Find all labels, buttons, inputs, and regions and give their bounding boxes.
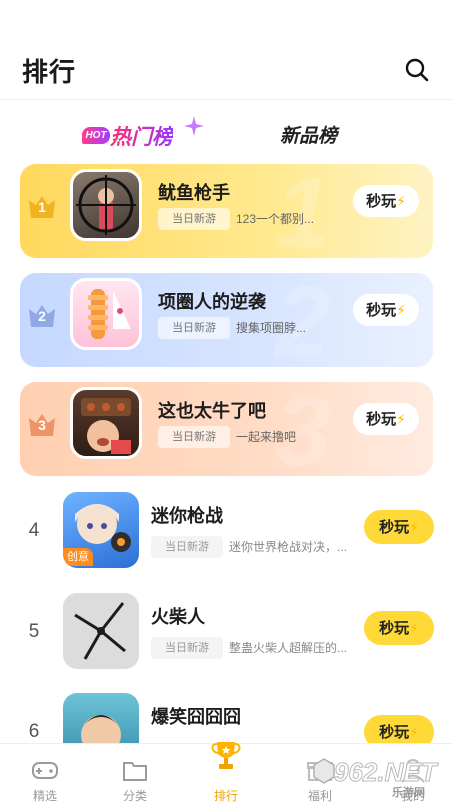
game-name: 这也太牛了吧 [158,401,266,421]
ranking-tabs: HOT 热门榜 新品榜 [0,108,453,158]
game-name: 鱿鱼枪手 [158,183,230,203]
header: 排行 [0,0,453,100]
new-game-tag: 当日新游 [158,317,230,339]
stickman-icon [74,602,126,660]
game-icon[interactable]: 创意 [63,492,139,568]
instant-play-button[interactable]: 秒玩⚡ [364,510,434,544]
nav-label: 分类 [122,789,147,803]
game-icon[interactable] [63,593,139,669]
game-icon[interactable] [70,278,142,350]
rank-number: 4 [28,520,40,541]
tab-new-list[interactable]: 新品榜 [280,121,337,148]
trophy-icon [211,742,241,769]
new-game-tag: 当日新游 [151,536,223,558]
instant-play-button[interactable]: 秒玩⚡ [353,403,419,435]
play-label: 秒玩 [379,519,410,536]
lightning-icon: ⚡ [396,193,406,209]
tab-hot-label: 热门榜 [110,121,173,151]
play-label: 秒玩 [366,302,397,319]
game-description: 整蛊火柴人超解压的... [229,641,348,655]
rank-number: 3 [38,417,46,433]
game-icon[interactable] [70,169,142,241]
crown-icon: 3 [27,409,57,439]
nav-label: 排行 [213,789,238,803]
game-name: 爆笑囧囧囧 [151,707,241,727]
grill-character-icon [81,398,131,454]
watermark-subtext: 乐游网 [392,787,425,799]
sparkle-icon [184,116,204,136]
top-card-1[interactable]: 1 1 鱿鱼枪手 当日新游 123一个都别... 秒玩⚡ [20,164,433,258]
game-description: 迷你世界枪战对决，... [229,540,348,554]
game-name: 项圈人的逆袭 [158,292,266,312]
game-name: 火柴人 [151,607,205,627]
lightning-icon: ⚡ [396,411,406,427]
new-game-tag: 当日新游 [158,426,230,448]
game-description: 123一个都别... [236,212,315,226]
rank-number: 1 [38,199,46,215]
game-name: 迷你枪战 [151,506,223,526]
folder-icon [123,762,147,781]
rank-number: 6 [28,721,40,742]
watermark-logo-icon [313,758,335,784]
play-label: 秒玩 [366,411,397,428]
play-label: 秒玩 [379,620,410,637]
instant-play-button[interactable]: 秒玩⚡ [353,294,419,326]
crosshair-icon [76,175,136,235]
instant-play-button[interactable]: 秒玩⚡ [364,611,434,645]
game-description: 一起来撸吧 [236,430,297,444]
game-description: 搜集项圈脖... [236,321,307,335]
page-title: 排行 [22,57,77,87]
play-label: 秒玩 [366,193,397,210]
nav-category[interactable]: 分类 [100,744,170,805]
hot-badge: HOT [82,127,110,144]
search-icon[interactable] [404,57,430,83]
play-label: 秒玩 [379,724,410,741]
crown-icon: 2 [27,300,57,330]
nav-ranking[interactable]: 排行 [191,742,261,805]
nav-featured[interactable]: 精选 [10,744,80,805]
nav-label: 精选 [32,789,57,803]
rank-number: 2 [38,308,46,324]
gamepad-icon [32,762,58,779]
crown-icon: 1 [27,191,57,221]
instant-play-button[interactable]: 秒玩⚡ [353,185,419,217]
new-game-tag: 当日新游 [158,208,230,230]
top-card-2[interactable]: 2 2 项圈人的逆袭 当日新游 搜集项圈脖... 秒玩⚡ [20,273,433,367]
game-icon[interactable] [70,387,142,459]
lightning-icon: ⚡ [409,519,419,535]
top-card-3[interactable]: 3 3 这也太牛了吧 当日新游 一起来撸吧 秒玩⚡ [20,382,433,476]
new-game-tag: 当日新游 [151,637,223,659]
lightning-icon: ⚡ [396,302,406,318]
rank-number: 5 [28,621,40,642]
lightning-icon: ⚡ [409,724,419,740]
creative-badge: 创意 [63,548,93,566]
site-watermark: 962.NET 乐游网 [312,754,452,800]
lightning-icon: ⚡ [409,620,419,636]
tab-hot-list[interactable]: HOT 热门榜 [82,116,204,152]
list-item[interactable]: 4 创意 迷你枪战 当日新游 迷你世界枪战对决，... 秒玩⚡ [0,492,453,592]
ring-tower-icon [88,289,131,339]
list-item[interactable]: 5 火柴人 当日新游 整蛊火柴人超解压的... 秒玩⚡ [0,593,453,693]
